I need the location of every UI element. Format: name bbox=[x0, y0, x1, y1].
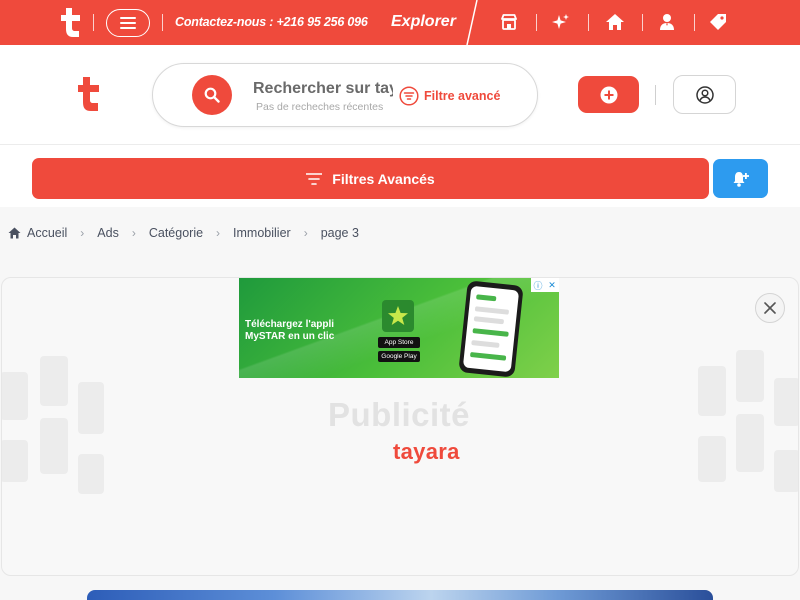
skeleton-block bbox=[78, 454, 104, 494]
screen-bar bbox=[471, 340, 500, 348]
advanced-filters-button[interactable]: Filtres Avancés bbox=[32, 158, 709, 199]
skeleton-block bbox=[40, 418, 68, 474]
tag-icon[interactable] bbox=[708, 12, 728, 32]
skeleton-block bbox=[2, 440, 28, 482]
screen-bar bbox=[473, 316, 505, 325]
chevron-right-icon: › bbox=[216, 226, 221, 240]
divider bbox=[694, 14, 695, 31]
screen-bar bbox=[474, 306, 510, 315]
filter-lines-icon bbox=[306, 172, 323, 185]
divider-slash bbox=[466, 0, 478, 45]
skeleton-block bbox=[736, 414, 764, 472]
divider bbox=[162, 14, 163, 31]
google-play-badge[interactable]: Google Play bbox=[378, 351, 420, 362]
chevron-right-icon: › bbox=[80, 226, 85, 240]
screen-bar bbox=[472, 328, 509, 337]
tayara-logo[interactable] bbox=[58, 7, 84, 37]
adchoices-badge[interactable]: ⓘ ✕ bbox=[531, 278, 559, 292]
ad-placeholder-title: Publicité bbox=[328, 396, 471, 433]
breadcrumb-item-current-page: page 3 bbox=[320, 226, 359, 240]
advanced-filter-link[interactable]: Filtre avancé bbox=[399, 86, 500, 106]
breadcrumb: Accueil › Ads › Catégorie › Immobilier ›… bbox=[8, 226, 359, 240]
divider bbox=[536, 14, 537, 31]
breadcrumb-item-category[interactable]: Catégorie bbox=[149, 226, 203, 240]
skeleton-block bbox=[698, 436, 726, 482]
filter-icon bbox=[399, 86, 419, 106]
skeleton-block bbox=[774, 378, 798, 426]
skeleton-block bbox=[78, 382, 104, 434]
ad-banner-text: Téléchargez l'appli MySTAR en un clic bbox=[245, 319, 334, 343]
breadcrumb-item-ads[interactable]: Ads bbox=[97, 226, 119, 240]
advanced-filters-label: Filtres Avancés bbox=[332, 170, 435, 187]
header: Pas de recheches récentes Filtre avancé bbox=[0, 45, 800, 145]
close-ad-button[interactable] bbox=[755, 293, 785, 323]
sparkles-icon[interactable] bbox=[551, 12, 571, 32]
top-bar: Contactez-nous : +216 95 256 096 Explore… bbox=[0, 0, 800, 45]
ad-banner-line1: Téléchargez l'appli bbox=[245, 319, 335, 330]
close-icon bbox=[764, 302, 776, 314]
skeleton-block bbox=[774, 450, 798, 492]
screen-bar bbox=[476, 294, 497, 302]
search-bar: Pas de recheches récentes Filtre avancé bbox=[152, 63, 538, 127]
app-store-badge[interactable]: App Store bbox=[378, 337, 420, 348]
recent-searches-text: Pas de recheches récentes bbox=[256, 101, 384, 113]
phone-mockup-image bbox=[458, 280, 524, 378]
plus-circle-icon bbox=[600, 86, 617, 103]
divider bbox=[655, 85, 656, 105]
divider bbox=[588, 14, 589, 31]
chevron-right-icon: › bbox=[303, 226, 308, 240]
shop-icon[interactable] bbox=[499, 12, 519, 32]
breadcrumb-item-immobilier[interactable]: Immobilier bbox=[233, 226, 291, 240]
home-icon bbox=[8, 227, 21, 239]
skeleton-block bbox=[736, 350, 764, 402]
skeleton-block bbox=[2, 372, 28, 420]
user-circle-icon bbox=[695, 85, 714, 104]
skeleton-block bbox=[40, 356, 68, 406]
add-listing-button[interactable] bbox=[578, 76, 639, 113]
ad-banner-line2: MySTAR en un clic bbox=[245, 331, 335, 342]
listing-hero-image[interactable] bbox=[87, 590, 713, 600]
close-icon[interactable]: ✕ bbox=[545, 278, 559, 292]
menu-button[interactable] bbox=[106, 9, 150, 37]
ad-placeholder-brand: tayara bbox=[393, 439, 460, 464]
create-alert-button[interactable] bbox=[713, 159, 768, 198]
advanced-filter-label: Filtre avancé bbox=[424, 89, 501, 103]
divider bbox=[642, 14, 643, 31]
bell-plus-icon bbox=[733, 171, 749, 187]
ad-container: Téléchargez l'appli MySTAR en un clic Ap… bbox=[1, 277, 799, 576]
info-icon[interactable]: ⓘ bbox=[531, 278, 545, 292]
mystar-app-icon bbox=[382, 300, 414, 332]
search-input[interactable] bbox=[253, 78, 393, 100]
skeleton-block bbox=[698, 366, 726, 416]
ad-banner[interactable]: Téléchargez l'appli MySTAR en un clic Ap… bbox=[239, 278, 559, 378]
hamburger-icon bbox=[120, 17, 136, 29]
user-tie-icon[interactable] bbox=[657, 12, 677, 32]
screen-bar bbox=[469, 351, 507, 361]
account-button[interactable] bbox=[673, 75, 736, 114]
contact-phone[interactable]: Contactez-nous : +216 95 256 096 bbox=[175, 15, 368, 29]
phone-screen bbox=[462, 285, 520, 373]
explorer-link[interactable]: Explorer bbox=[391, 13, 456, 31]
tayara-logo[interactable] bbox=[76, 76, 102, 112]
breadcrumb-label: Accueil bbox=[27, 226, 68, 240]
chevron-right-icon: › bbox=[131, 226, 136, 240]
search-icon bbox=[204, 87, 220, 103]
home-icon[interactable] bbox=[605, 12, 625, 32]
divider bbox=[93, 14, 94, 31]
breadcrumb-item-home[interactable]: Accueil bbox=[8, 226, 67, 240]
search-button[interactable] bbox=[192, 75, 232, 115]
